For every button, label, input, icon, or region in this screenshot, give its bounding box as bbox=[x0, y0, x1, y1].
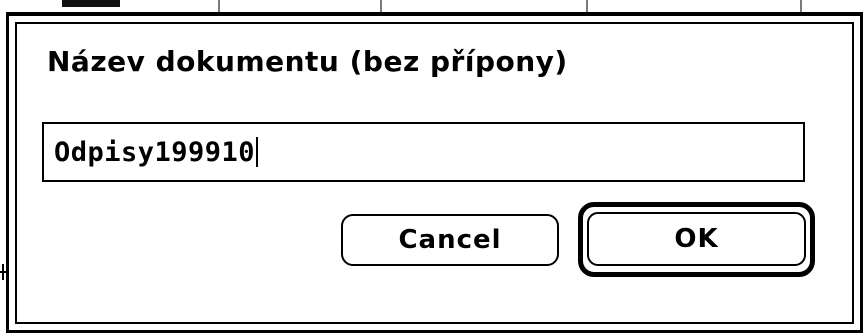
background-divider bbox=[800, 0, 802, 12]
background-divider bbox=[586, 0, 588, 12]
ok-button[interactable]: OK bbox=[587, 212, 806, 266]
document-name-input[interactable]: Odpisy199910 bbox=[42, 122, 805, 182]
dialog-prompt: Název dokumentu (bez přípony) bbox=[47, 45, 568, 78]
background-divider bbox=[380, 0, 382, 12]
background-window-strip bbox=[0, 0, 863, 12]
document-name-value: Odpisy199910 bbox=[54, 136, 256, 168]
background-divider bbox=[218, 0, 220, 12]
cancel-button[interactable]: Cancel bbox=[341, 214, 559, 266]
background-text-fragment bbox=[62, 0, 120, 7]
text-caret bbox=[256, 137, 259, 167]
